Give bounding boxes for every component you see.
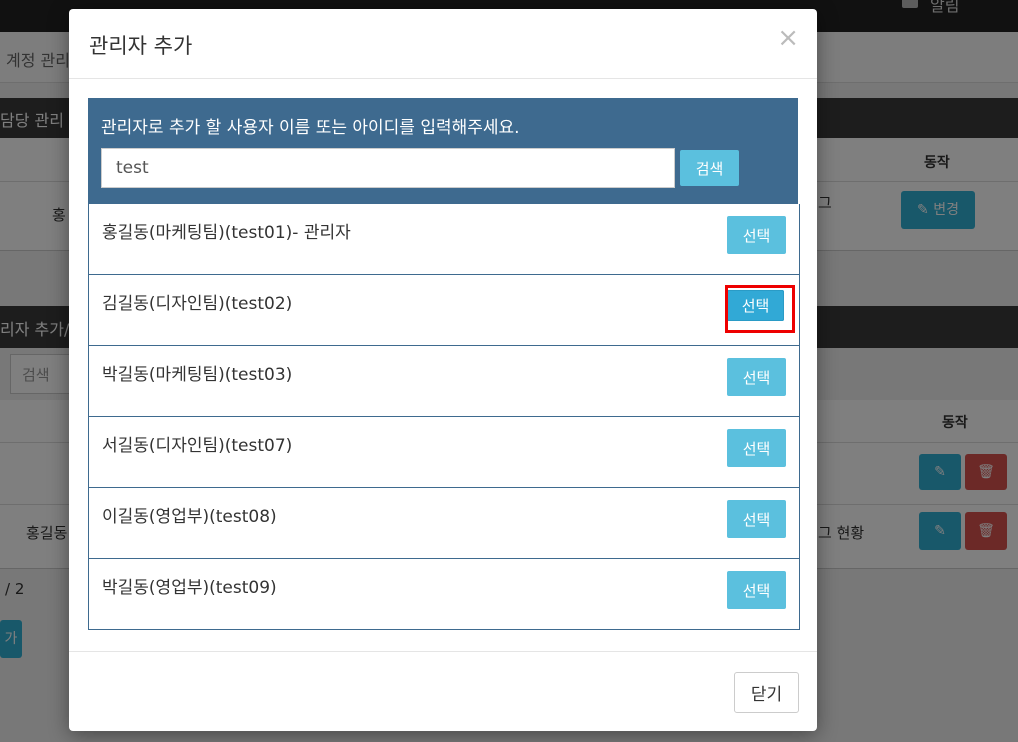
close-icon[interactable]: × (777, 25, 799, 51)
select-button[interactable]: 선택 (727, 500, 786, 538)
result-item: 박길동(영업부)(test09) 선택 (89, 559, 799, 629)
user-search-input[interactable] (101, 148, 675, 188)
result-item: 서길동(디자인팀)(test07) 선택 (89, 417, 799, 488)
modal-footer: 닫기 (69, 651, 817, 732)
user-name: 홍길동(마케팅팀)(test01)- 관리자 (102, 223, 351, 243)
user-name: 김길동(디자인팀)(test02) (102, 294, 293, 314)
result-item: 이길동(영업부)(test08) 선택 (89, 488, 799, 559)
search-button[interactable]: 검색 (680, 150, 739, 186)
modal-header: 관리자 추가 × (69, 9, 817, 79)
user-name: 이길동(영업부)(test08) (102, 507, 277, 527)
user-search-panel: 관리자로 추가 할 사용자 이름 또는 아이디를 입력해주세요. 검색 (88, 98, 798, 204)
select-button[interactable]: 선택 (727, 290, 784, 321)
close-button[interactable]: 닫기 (734, 672, 799, 713)
select-button[interactable]: 선택 (727, 571, 786, 609)
select-button[interactable]: 선택 (727, 358, 786, 396)
result-item: 박길동(마케팅팀)(test03) 선택 (89, 346, 799, 417)
select-button[interactable]: 선택 (727, 216, 786, 254)
select-button[interactable]: 선택 (727, 429, 786, 467)
user-name: 박길동(영업부)(test09) (102, 578, 277, 598)
search-results: 홍길동(마케팅팀)(test01)- 관리자 선택 김길동(디자인팀)(test… (88, 204, 800, 630)
result-item: 홍길동(마케팅팀)(test01)- 관리자 선택 (89, 204, 799, 275)
add-admin-modal: 관리자 추가 × 관리자로 추가 할 사용자 이름 또는 아이디를 입력해주세요… (69, 9, 817, 731)
user-name: 서길동(디자인팀)(test07) (102, 436, 293, 456)
user-name: 박길동(마케팅팀)(test03) (102, 365, 293, 385)
modal-title: 관리자 추가 (89, 34, 193, 58)
result-item: 김길동(디자인팀)(test02) 선택 (89, 275, 799, 346)
search-instruction: 관리자로 추가 할 사용자 이름 또는 아이디를 입력해주세요. (101, 118, 520, 138)
